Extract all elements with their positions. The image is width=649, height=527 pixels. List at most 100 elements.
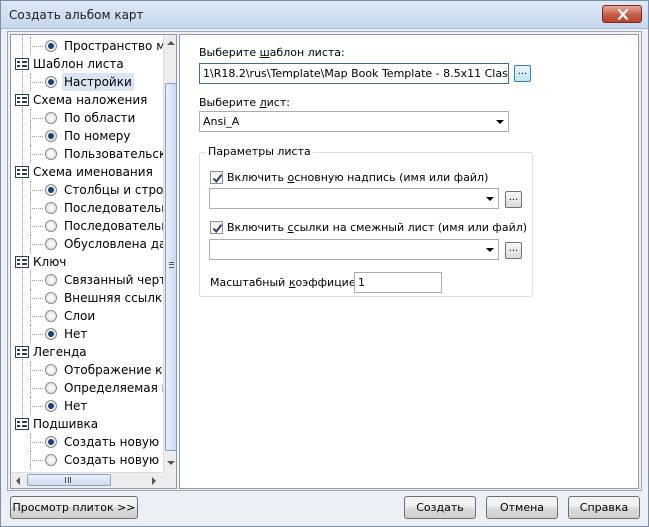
scroll-left-icon[interactable] [16,477,20,485]
radio-unselected-icon[interactable] [45,202,57,214]
cancel-button[interactable]: Отмена [486,496,558,519]
tree-item[interactable]: Слои [11,307,163,325]
scale-label: Масштабный коэффициент: [210,276,373,289]
scrollbar-corner [163,472,176,488]
tree-connector [30,298,43,299]
tree-item[interactable]: Пользовательская [11,145,163,163]
radio-selected-icon[interactable] [45,400,57,412]
include-ref-checkbox[interactable] [210,221,223,234]
template-path-field[interactable]: 1\R18.2\rus\Template\Map Book Template -… [199,63,509,84]
radio-unselected-icon[interactable] [45,364,57,376]
vertical-scrollbar[interactable] [163,35,176,472]
tree-item-label: Нет [64,399,88,413]
tree-item[interactable]: Создать новую [11,433,163,451]
tree-item[interactable]: Последовательна [11,217,163,235]
radio-unselected-icon[interactable] [45,382,57,394]
navigation-tree[interactable]: Пространство мо Шаблон листа Настройки Схем… [11,35,163,472]
tree-group[interactable]: Ключ [11,253,163,271]
radio-unselected-icon[interactable] [45,148,57,160]
tree-item-label: Последовательна [64,219,163,233]
vertical-scroll-thumb[interactable] [165,83,176,451]
scroll-down-icon[interactable] [167,461,175,465]
tree-item-label: Создать новую гр [64,453,163,467]
radio-unselected-icon[interactable] [45,238,57,250]
include-title-label[interactable]: Включить основную надпись (имя или файл) [227,171,488,184]
tree-item[interactable]: Связанный чертеж [11,271,163,289]
radio-unselected-icon[interactable] [45,292,57,304]
chevron-down-icon [496,120,504,124]
tree-item-label: По номеру [64,129,131,143]
tree-group[interactable]: Схема наложения [11,91,163,109]
tree-item[interactable]: Нет [11,325,163,343]
radio-selected-icon[interactable] [45,436,57,448]
tree-group[interactable]: Легенда [11,343,163,361]
tree-item[interactable]: Пространство мо [11,37,163,55]
tree-item-label: Создать новую [64,435,160,449]
tree-item[interactable]: Отображение кар [11,361,163,379]
tree-connector [30,316,43,317]
include-title-checkbox[interactable] [210,171,223,184]
radio-selected-icon[interactable] [45,130,57,142]
list-group-icon [15,256,29,268]
tree-item-label: Пространство мо [64,39,163,53]
window-title: Создать альбом карт [9,8,144,22]
title-bar[interactable]: Создать альбом карт [1,1,648,29]
tree-item[interactable]: Внешняя ссылка [11,289,163,307]
help-button[interactable]: Справка [568,496,640,519]
title-block-browse-button[interactable]: ... [505,191,522,208]
radio-unselected-icon[interactable] [45,274,57,286]
tree-group-label: Ключ [33,255,67,269]
radio-unselected-icon[interactable] [45,112,57,124]
radio-selected-icon[interactable] [45,40,57,52]
create-button[interactable]: Создать [404,496,476,519]
tree-connector [30,190,43,191]
grip-icon [65,477,71,483]
template-label: Выберите шаблон листа: [199,46,345,59]
tree-group-label: Легенда [33,345,87,359]
tree-item[interactable]: Столбцы и строки [11,181,163,199]
tree-group-label: Шаблон листа [33,57,124,71]
tree-item-label: Нет [64,327,88,341]
tree-item[interactable]: По области [11,109,163,127]
tree-group[interactable]: Подшивка [11,415,163,433]
radio-selected-icon[interactable] [45,76,57,88]
scroll-up-icon[interactable] [167,41,175,45]
close-button[interactable] [602,5,642,23]
tree-item-label: Связанный чертеж [64,273,163,287]
tree-item[interactable]: Последовательна [11,199,163,217]
include-ref-label[interactable]: Включить ссылки на смежный лист (имя или… [227,221,527,234]
tree-item[interactable]: Создать новую гр [11,451,163,469]
scale-input[interactable]: 1 [354,272,442,293]
list-group-icon [15,346,29,358]
tree-connector [30,136,43,137]
radio-selected-icon[interactable] [45,328,57,340]
checkmark-icon [212,174,223,184]
radio-unselected-icon[interactable] [45,310,57,322]
adjacent-ref-browse-button[interactable]: ... [505,242,522,259]
title-block-select[interactable] [209,188,499,209]
tree-group-label: Схема наложения [33,93,148,107]
radio-unselected-icon[interactable] [45,220,57,232]
adjacent-ref-select[interactable] [209,239,499,260]
sheet-label: Выберите лист: [199,96,290,109]
tree-connector [30,208,43,209]
tree-item[interactable]: Настройки [11,73,163,91]
tree-item[interactable]: По номеру [11,127,163,145]
radio-selected-icon[interactable] [45,184,57,196]
grip-icon [169,262,174,268]
tree-connector [30,82,43,83]
tree-item[interactable]: Нет [11,397,163,415]
template-browse-button[interactable]: ... [514,65,531,82]
tree-item[interactable]: Определяемая по [11,379,163,397]
sheet-select[interactable]: Ansi_A [199,111,509,132]
scroll-right-icon[interactable] [152,477,156,485]
tree-group[interactable]: Схема именования [11,163,163,181]
tree-item-label: Слои [64,309,96,323]
horizontal-scroll-thumb[interactable] [27,474,111,486]
preview-tiles-button[interactable]: Просмотр плиток >> [10,496,138,519]
radio-unselected-icon[interactable] [45,454,57,466]
close-icon [617,9,629,20]
horizontal-scrollbar[interactable] [11,472,163,488]
tree-item[interactable]: Обусловлена дан [11,235,163,253]
tree-group[interactable]: Шаблон листа [11,55,163,73]
